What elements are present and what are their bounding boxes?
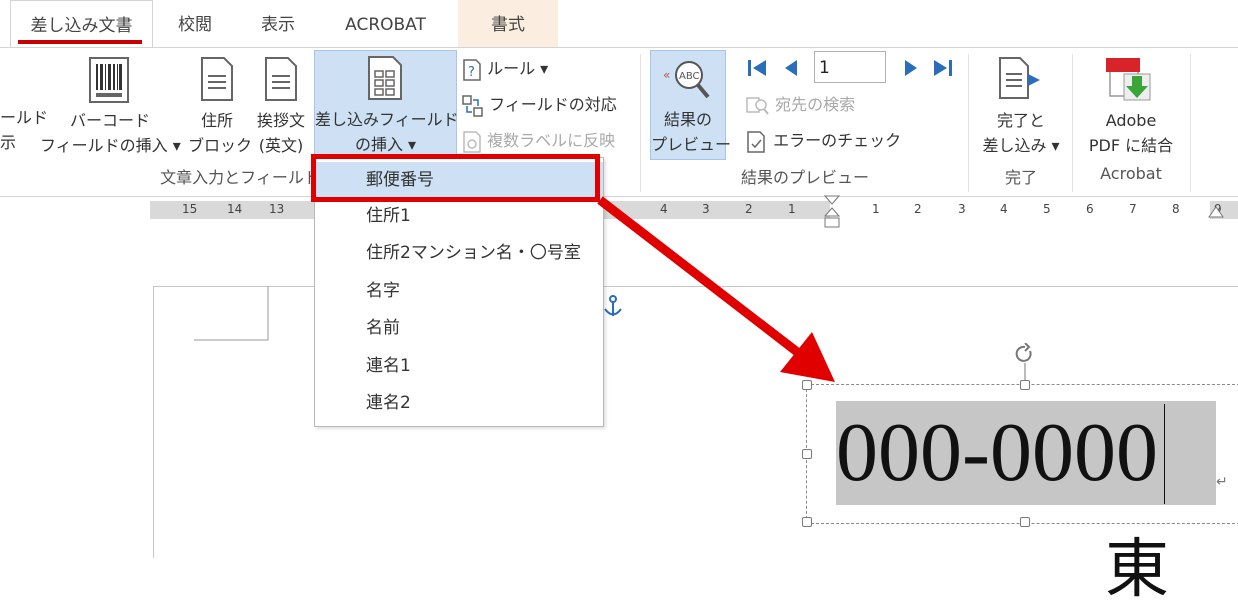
annotation-arrow [597, 196, 835, 382]
